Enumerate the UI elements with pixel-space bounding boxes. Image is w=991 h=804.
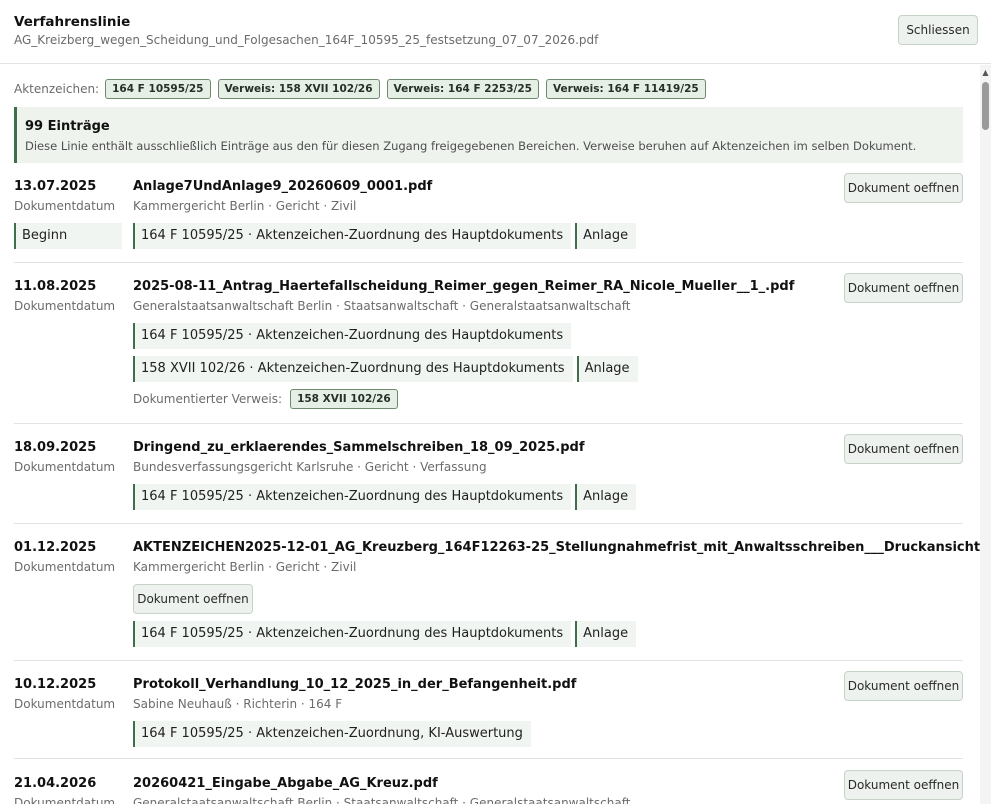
entry-date-label: Dokumentdatum bbox=[14, 697, 116, 711]
timeline-entry: 21.04.2026 Dokumentdatum 20260421_Eingab… bbox=[14, 770, 963, 804]
entry-meta: Kammergericht Berlin · Gericht · Zivil bbox=[133, 560, 357, 574]
tag-row: 164 F 10595/25 · Aktenzeichen-Zuordnung,… bbox=[133, 721, 535, 747]
assignment-tag: 158 XVII 102/26 · Aktenzeichen-Zuordnung… bbox=[133, 356, 573, 382]
entry-meta: Generalstaatsanwaltschaft Berlin · Staat… bbox=[133, 796, 631, 804]
aktenzeichen-chip-main[interactable]: 164 F 10595/25 bbox=[105, 79, 211, 99]
open-document-button[interactable]: Dokument oeffnen bbox=[844, 273, 963, 303]
open-document-button[interactable]: Dokument oeffnen bbox=[133, 584, 253, 614]
entry-date: 01.12.2025 bbox=[14, 540, 97, 555]
assignment-tag: 164 F 10595/25 · Aktenzeichen-Zuordnung … bbox=[133, 484, 572, 510]
entry-file-name: AKTENZEICHEN2025-12-01_AG_Kreuzberg_164F… bbox=[133, 540, 991, 555]
info-note: Diese Linie enthält ausschließlich Eintr… bbox=[25, 139, 917, 153]
aktenzeichen-chip-ref[interactable]: Verweis: 164 F 11419/25 bbox=[545, 79, 706, 99]
entry-meta: Generalstaatsanwaltschaft Berlin · Staat… bbox=[133, 299, 631, 313]
scroll-up-arrow-icon[interactable]: ▲ bbox=[980, 68, 991, 77]
timeline-entry: 10.12.2025 Dokumentdatum Protokoll_Verha… bbox=[14, 671, 963, 761]
aktenzeichen-chip-ref[interactable]: Verweis: 164 F 2253/25 bbox=[386, 79, 539, 99]
entry-date: 18.09.2025 bbox=[14, 440, 97, 455]
timeline-entry: 11.08.2025 Dokumentdatum 2025-08-11_Antr… bbox=[14, 273, 963, 424]
timeline-entry: 01.12.2025 Dokumentdatum AKTENZEICHEN202… bbox=[14, 540, 991, 662]
entry-meta: Bundesverfassungsgericht Karlsruhe · Ger… bbox=[133, 460, 487, 474]
aktenzeichen-row: Aktenzeichen: 164 F 10595/25 Verweis: 15… bbox=[14, 79, 713, 99]
assignment-tag: 164 F 10595/25 · Aktenzeichen-Zuordnung … bbox=[133, 621, 572, 647]
timeline-scroll-area[interactable]: Aktenzeichen: 164 F 10595/25 Verweis: 15… bbox=[0, 65, 991, 804]
entry-divider bbox=[14, 523, 963, 524]
assignment-tag: 164 F 10595/25 · Aktenzeichen-Zuordnung … bbox=[133, 323, 572, 349]
tag-row: 164 F 10595/25 · Aktenzeichen-Zuordnung … bbox=[133, 621, 640, 647]
documented-reference-label: Dokumentierter Verweis: bbox=[133, 392, 283, 406]
tag-row: 158 XVII 102/26 · Aktenzeichen-Zuordnung… bbox=[133, 356, 642, 382]
documented-reference-chip[interactable]: 158 XVII 102/26 bbox=[290, 389, 398, 409]
scrollbar-thumb[interactable] bbox=[982, 82, 989, 130]
entry-date: 21.04.2026 bbox=[14, 776, 97, 791]
entry-date-label: Dokumentdatum bbox=[14, 299, 116, 313]
aktenzeichen-chip-ref[interactable]: Verweis: 158 XVII 102/26 bbox=[217, 79, 380, 99]
entry-meta: Kammergericht Berlin · Gericht · Zivil bbox=[133, 199, 357, 213]
tag-row: 164 F 10595/25 · Aktenzeichen-Zuordnung … bbox=[133, 223, 640, 249]
dialog-header: Verfahrenslinie AG_Kreizberg_wegen_Schei… bbox=[0, 0, 991, 64]
attachment-tag: Anlage bbox=[575, 621, 637, 647]
entry-divider bbox=[14, 423, 963, 424]
open-document-button[interactable]: Dokument oeffnen bbox=[844, 770, 963, 800]
entry-divider bbox=[14, 758, 963, 759]
entry-date-label: Dokumentdatum bbox=[14, 199, 116, 213]
dialog-file-name: AG_Kreizberg_wegen_Scheidung_und_Folgesa… bbox=[14, 33, 599, 47]
attachment-tag: Anlage bbox=[575, 223, 637, 249]
entry-date: 13.07.2025 bbox=[14, 179, 97, 194]
tag-row: 164 F 10595/25 · Aktenzeichen-Zuordnung … bbox=[133, 484, 640, 510]
entry-date: 11.08.2025 bbox=[14, 279, 97, 294]
info-box: 99 Einträge Diese Linie enthält ausschli… bbox=[14, 107, 963, 163]
entry-date-label: Dokumentdatum bbox=[14, 796, 116, 804]
entry-count: 99 Einträge bbox=[25, 119, 110, 134]
tag-row: 164 F 10595/25 · Aktenzeichen-Zuordnung … bbox=[133, 323, 575, 349]
open-document-button[interactable]: Dokument oeffnen bbox=[844, 173, 963, 203]
attachment-tag: Anlage bbox=[575, 484, 637, 510]
begin-tag: Beginn bbox=[14, 223, 122, 249]
vertical-scrollbar[interactable] bbox=[980, 65, 991, 804]
attachment-tag: Anlage bbox=[576, 356, 638, 382]
assignment-tag: 164 F 10595/25 · Aktenzeichen-Zuordnung … bbox=[133, 223, 572, 249]
entry-file-name: 20260421_Eingabe_Abgabe_AG_Kreuz.pdf bbox=[133, 776, 438, 791]
entry-meta: Sabine Neuhauß · Richterin · 164 F bbox=[133, 697, 343, 711]
timeline-entry: 18.09.2025 Dokumentdatum Dringend_zu_erk… bbox=[14, 434, 963, 524]
dialog-title: Verfahrenslinie bbox=[14, 14, 131, 30]
entry-date-label: Dokumentdatum bbox=[14, 460, 116, 474]
entry-file-name: Dringend_zu_erklaerendes_Sammelschreiben… bbox=[133, 440, 585, 455]
open-document-button[interactable]: Dokument oeffnen bbox=[844, 434, 963, 464]
entry-date: 10.12.2025 bbox=[14, 677, 97, 692]
entry-file-name: 2025-08-11_Antrag_Haertefallscheidung_Re… bbox=[133, 279, 795, 294]
close-button[interactable]: Schliessen bbox=[898, 15, 978, 45]
aktenzeichen-label: Aktenzeichen: bbox=[14, 82, 100, 96]
open-document-button[interactable]: Dokument oeffnen bbox=[844, 671, 963, 701]
documented-reference-row: Dokumentierter Verweis: 158 XVII 102/26 bbox=[133, 389, 405, 409]
entry-divider bbox=[14, 262, 963, 263]
entry-date-label: Dokumentdatum bbox=[14, 560, 116, 574]
assignment-tag: 164 F 10595/25 · Aktenzeichen-Zuordnung,… bbox=[133, 721, 531, 747]
entry-divider bbox=[14, 660, 963, 661]
entry-file-name: Protokoll_Verhandlung_10_12_2025_in_der_… bbox=[133, 677, 577, 692]
entry-file-name: Anlage7UndAnlage9_20260609_0001.pdf bbox=[133, 179, 433, 194]
timeline-entry: 13.07.2025 Dokumentdatum Anlage7UndAnlag… bbox=[14, 173, 963, 263]
